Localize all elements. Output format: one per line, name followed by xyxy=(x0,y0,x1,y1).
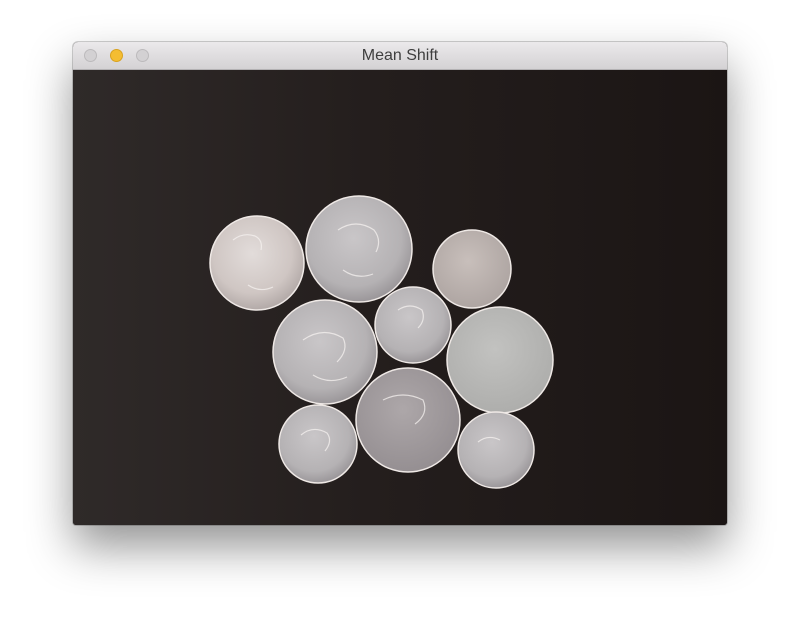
coin xyxy=(278,404,358,484)
image-canvas xyxy=(73,70,727,525)
coin xyxy=(209,215,305,311)
coin xyxy=(305,195,413,303)
coin xyxy=(355,367,461,473)
window-title: Mean Shift xyxy=(361,47,439,64)
app-window: Mean Shift xyxy=(73,42,727,525)
coin xyxy=(432,229,512,309)
segmented-coins-image xyxy=(73,70,727,525)
coin xyxy=(457,411,535,489)
coin xyxy=(272,299,378,405)
coin xyxy=(446,306,554,414)
title-bar[interactable]: Mean Shift xyxy=(73,42,727,70)
coin xyxy=(374,286,452,364)
